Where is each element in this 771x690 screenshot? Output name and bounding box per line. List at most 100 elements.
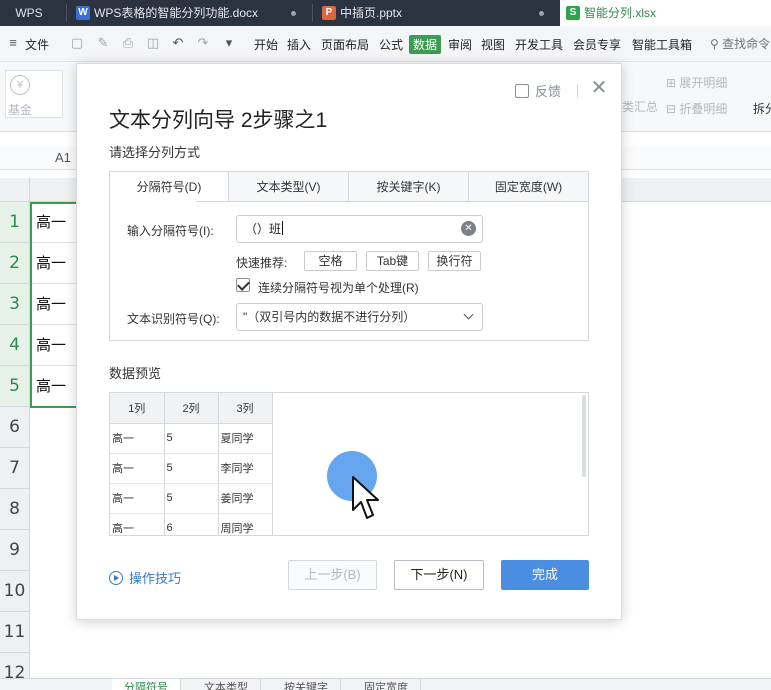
hamburger-menu-icon[interactable]: ≡ bbox=[6, 36, 20, 50]
preview-col-header: 2列 bbox=[164, 393, 219, 424]
wps-logo[interactable]: WPS bbox=[0, 0, 58, 26]
preview-cell: 姜同学 bbox=[218, 483, 273, 514]
text-caret bbox=[282, 221, 284, 235]
preview-cell: 高一 bbox=[110, 423, 165, 454]
text-to-columns-dialog: 反馈 ✕ 文本分列向导 2步骤之1 请选择分列方式 分隔符号(D) 文本类型(V… bbox=[76, 63, 622, 620]
mouse-pointer-icon bbox=[352, 476, 379, 519]
row-header[interactable]: 10 bbox=[0, 571, 30, 612]
selection-outline bbox=[30, 202, 78, 408]
format-painter-icon[interactable]: ✎ bbox=[96, 36, 110, 50]
menu-member[interactable]: 会员专享 bbox=[573, 36, 621, 53]
select-all-corner[interactable] bbox=[0, 178, 30, 202]
menu-review[interactable]: 审阅 bbox=[448, 36, 472, 53]
delimiter-label: 输入分隔符号(I): bbox=[127, 224, 214, 238]
name-box[interactable]: A1 bbox=[55, 150, 71, 165]
row-header[interactable]: 8 bbox=[0, 489, 30, 530]
tab-delimiter[interactable]: 分隔符号(D) bbox=[109, 171, 229, 202]
quick-access-dropdown-icon[interactable]: ▾ bbox=[222, 36, 236, 50]
print-preview-icon[interactable]: ◫ bbox=[146, 36, 160, 50]
doc-tab-docx[interactable]: W WPS表格的智能分列功能.docx bbox=[70, 0, 306, 26]
chip-tab[interactable]: Tab键 bbox=[366, 251, 419, 271]
tab-separator bbox=[312, 4, 313, 22]
split-mode-tabs: 分隔符号(D) 文本类型(V) 按关键字(K) 固定宽度(W) bbox=[109, 171, 589, 202]
tab-keyword[interactable]: 按关键字(K) bbox=[348, 171, 469, 202]
command-search[interactable]: ⚲ 查找命令 bbox=[710, 35, 770, 52]
close-dot-icon[interactable] bbox=[291, 11, 296, 16]
finish-button[interactable]: 完成 bbox=[501, 560, 589, 590]
subtotal-label[interactable]: 类汇总 bbox=[622, 98, 658, 115]
menu-file[interactable]: 文件 bbox=[25, 36, 49, 53]
title-tab-bar: WPS W WPS表格的智能分列功能.docx P 中插页.pptx S 智能分… bbox=[0, 0, 771, 26]
consecutive-checkbox[interactable] bbox=[236, 278, 250, 292]
row-header[interactable]: 7 bbox=[0, 448, 30, 489]
number-format-box[interactable]: ¥ 基金 bbox=[5, 70, 63, 118]
row-header[interactable]: 2 bbox=[0, 243, 30, 284]
split-label[interactable]: 拆分 bbox=[753, 100, 771, 117]
currency-icon: ¥ bbox=[10, 75, 30, 95]
sheet-tab[interactable]: 固定宽度 bbox=[352, 679, 421, 690]
preview-cell: 5 bbox=[164, 423, 219, 454]
feedback-button[interactable]: 反馈 bbox=[515, 81, 561, 100]
chip-space[interactable]: 空格 bbox=[304, 251, 357, 271]
undo-icon[interactable]: ↶ bbox=[171, 36, 185, 50]
doc-tab-pptx[interactable]: P 中插页.pptx bbox=[316, 0, 554, 26]
next-step-button[interactable]: 下一步(N) bbox=[394, 560, 484, 590]
ppt-doc-icon: P bbox=[322, 6, 336, 20]
preview-cell: 李同学 bbox=[218, 453, 273, 484]
sheet-tab[interactable]: 按关键字 bbox=[272, 679, 341, 690]
chevron-down-icon bbox=[463, 309, 474, 320]
menu-developer[interactable]: 开发工具 bbox=[515, 36, 563, 53]
preview-cell: 夏同学 bbox=[218, 423, 273, 454]
prev-step-button[interactable]: 上一步(B) bbox=[288, 560, 377, 590]
preview-cell: 周同学 bbox=[218, 513, 273, 535]
word-doc-icon: W bbox=[76, 6, 90, 20]
row-header[interactable]: 4 bbox=[0, 325, 30, 366]
tips-link[interactable]: 操作技巧 bbox=[109, 568, 181, 587]
collapse-detail-button[interactable]: ⊟ 折叠明细 bbox=[666, 100, 727, 117]
doc-tab-label: 中插页.pptx bbox=[340, 6, 403, 20]
clear-input-icon[interactable]: ✕ bbox=[461, 221, 476, 236]
doc-tab-xlsx[interactable]: S 智能分列.xlsx bbox=[560, 0, 771, 26]
sheet-tab[interactable]: 文本类型 bbox=[192, 679, 261, 690]
delimiter-value: （）班 bbox=[245, 222, 282, 236]
chip-newline[interactable]: 换行符 bbox=[428, 251, 481, 271]
tab-underline bbox=[196, 201, 589, 202]
menu-formulas[interactable]: 公式 bbox=[379, 36, 403, 53]
close-icon[interactable]: ✕ bbox=[589, 77, 609, 97]
expand-detail-button[interactable]: ⊞ 展开明细 bbox=[666, 74, 727, 91]
close-dot-icon[interactable] bbox=[539, 11, 544, 16]
row-header[interactable]: 3 bbox=[0, 284, 30, 325]
row-header[interactable]: 6 bbox=[0, 407, 30, 448]
menu-insert[interactable]: 插入 bbox=[287, 36, 311, 53]
tab-fixed-width[interactable]: 固定宽度(W) bbox=[468, 171, 589, 202]
menu-view[interactable]: 视图 bbox=[481, 36, 505, 53]
edit-icon bbox=[515, 84, 529, 98]
preview-scrollbar[interactable] bbox=[582, 395, 586, 477]
menu-page-layout[interactable]: 页面布局 bbox=[321, 36, 369, 53]
menu-data[interactable]: 数据 bbox=[409, 35, 442, 54]
doc-tab-label: 智能分列.xlsx bbox=[584, 6, 657, 20]
quick-recommend-label: 快速推荐: bbox=[236, 256, 288, 270]
sheet-tab[interactable]: 分隔符号 bbox=[112, 679, 181, 690]
menu-bar: ≡ 文件 ▢ ✎ ⎙ ◫ ↶ ↷ ▾ 开始 插入 页面布局 公式 数据 审阅 视… bbox=[0, 26, 771, 62]
print-icon[interactable]: ⎙ bbox=[121, 36, 135, 50]
row-header[interactable]: 9 bbox=[0, 530, 30, 571]
consecutive-label: 连续分隔符号视为单个处理(R) bbox=[258, 281, 419, 295]
sheet-tab-bar: 分隔符号 文本类型 按关键字 固定宽度 bbox=[0, 678, 771, 690]
preview-cell: 高一 bbox=[110, 483, 165, 514]
row-header[interactable]: 1 bbox=[0, 202, 30, 243]
row-header[interactable]: 5 bbox=[0, 366, 30, 407]
preview-col-header: 3列 bbox=[218, 393, 273, 424]
save-icon[interactable]: ▢ bbox=[70, 36, 84, 50]
qualifier-label: 文本识别符号(Q): bbox=[127, 312, 220, 326]
delimiter-input[interactable]: （）班 bbox=[236, 215, 483, 243]
preview-row: 高一 5 姜同学 bbox=[110, 483, 273, 514]
qualifier-select[interactable]: "（双引号内的数据不进行分列） bbox=[236, 303, 483, 331]
tab-text-type[interactable]: 文本类型(V) bbox=[228, 171, 349, 202]
redo-icon[interactable]: ↷ bbox=[196, 36, 210, 50]
row-header[interactable]: 11 bbox=[0, 612, 30, 653]
qualifier-value: "（双引号内的数据不进行分列） bbox=[243, 310, 416, 324]
menu-home[interactable]: 开始 bbox=[254, 36, 278, 53]
menu-smart-toolbox[interactable]: 智能工具箱 bbox=[632, 36, 692, 53]
tips-label: 操作技巧 bbox=[129, 571, 182, 586]
